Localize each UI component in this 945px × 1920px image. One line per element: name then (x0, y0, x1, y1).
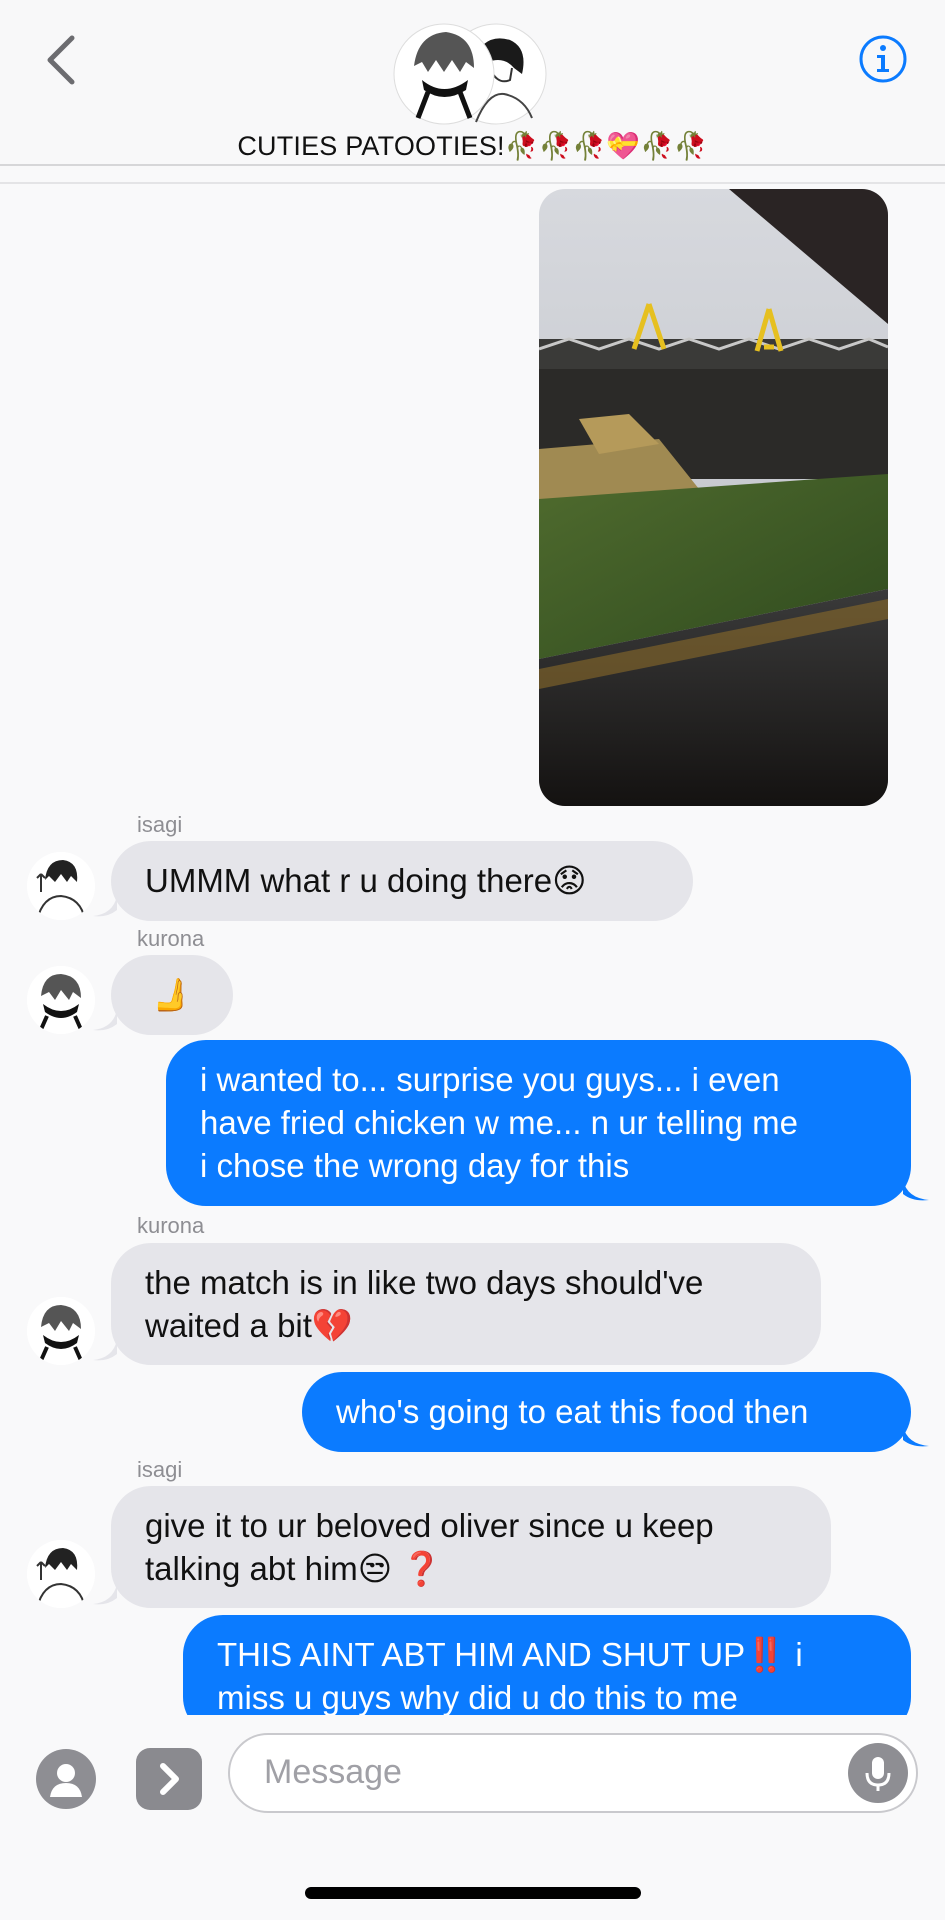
stadium-photo[interactable] (539, 189, 888, 806)
sender-name-kurona: kurona (137, 926, 205, 951)
microphone-button[interactable] (848, 1743, 908, 1803)
isagi-avatar[interactable] (27, 1540, 95, 1608)
message-text: UMMM what r u doing there😟 (145, 862, 587, 899)
camera-icon (50, 1764, 82, 1797)
isagi-avatar[interactable] (27, 852, 95, 920)
header-divider (0, 164, 945, 166)
message-text-line: waited a bit💔 (145, 1307, 354, 1344)
apps-icon (160, 1763, 179, 1795)
message-bubble-incoming[interactable]: UMMM what r u doing there😟 (111, 841, 693, 921)
bubble-tail (93, 1340, 117, 1361)
sender-name-isagi: isagi (137, 1457, 183, 1482)
message-bubble-outgoing[interactable]: who's going to eat this food then (302, 1372, 911, 1452)
message-bubble-incoming[interactable]: the match is in like two days should've … (111, 1243, 821, 1365)
message-text-line: THIS AINT ABT HIM AND SHUT UP‼️ i (217, 1636, 803, 1673)
message-text: 🫸 (151, 976, 193, 1013)
camera-button[interactable] (36, 1749, 96, 1809)
message-bubble-incoming[interactable]: 🫸 (111, 955, 233, 1035)
bubble-tail (93, 896, 117, 917)
bubble-tail (93, 1010, 117, 1031)
message-input-placeholder: Message (264, 1753, 402, 1791)
microphone-icon (865, 1757, 891, 1791)
message-text-line: the match is in like two days should've (145, 1264, 704, 1301)
header-divider-secondary (0, 182, 945, 184)
kurona-avatar[interactable] (27, 966, 95, 1034)
apps-button[interactable] (136, 1748, 202, 1810)
message-bubble-incoming[interactable]: give it to ur beloved oliver since u kee… (111, 1486, 831, 1608)
info-icon[interactable] (858, 34, 908, 84)
kurona-avatar[interactable] (27, 1297, 95, 1365)
sender-name-isagi: isagi (137, 812, 183, 837)
message-text-line: i wanted to... surprise you guys... i ev… (200, 1061, 780, 1098)
bubble-tail (93, 1584, 117, 1605)
sender-name-kurona: kurona (137, 1213, 205, 1238)
message-text-line: have fried chicken w me... n ur telling … (200, 1104, 798, 1141)
message-input[interactable]: Message (228, 1733, 918, 1813)
message-bubble-outgoing[interactable]: i wanted to... surprise you guys... i ev… (166, 1040, 911, 1206)
message-text-line: miss u guys why did u do this to me (217, 1679, 738, 1716)
group-title[interactable]: CUTIES PATOOTIES!🥀🥀🥀💝🥀🥀 (0, 130, 945, 162)
bubble-tail (903, 1180, 929, 1201)
message-text-line: talking abt him😒 ❓ (145, 1550, 443, 1587)
message-text-line: i chose the wrong day for this (200, 1147, 630, 1184)
message-text: who's going to eat this food then (336, 1393, 809, 1430)
message-text-line: give it to ur beloved oliver since u kee… (145, 1507, 714, 1544)
group-avatar[interactable] (392, 22, 548, 126)
home-indicator[interactable] (305, 1887, 641, 1899)
back-chevron-icon[interactable] (40, 30, 84, 90)
bubble-tail (903, 1426, 929, 1447)
